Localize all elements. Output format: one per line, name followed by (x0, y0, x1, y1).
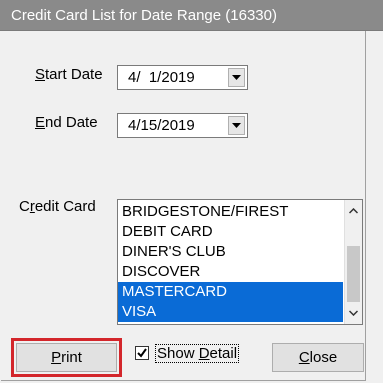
scroll-thumb[interactable] (347, 246, 360, 302)
end-date-label: End Date (35, 114, 98, 131)
list-item[interactable]: BRIDGESTONE/FIREST (118, 202, 343, 222)
listbox-scrollbar[interactable] (344, 200, 362, 324)
credit-card-label: Credit Card (19, 198, 96, 215)
start-date-label: Start Date (35, 66, 103, 83)
scroll-up-icon[interactable] (349, 208, 358, 214)
end-date-value: 4/15/2019 (128, 117, 195, 134)
title-bar[interactable]: Credit Card List for Date Range (16330) (0, 0, 383, 31)
credit-card-listbox[interactable]: BRIDGESTONE/FIREST DEBIT CARD DINER'S CL… (117, 199, 363, 325)
list-item[interactable]: DINER'S CLUB (118, 242, 343, 262)
window-title: Credit Card List for Date Range (16330) (11, 7, 277, 24)
list-item-selected[interactable]: MASTERCARD (118, 282, 343, 302)
dialog-window: Credit Card List for Date Range (16330) … (0, 0, 383, 383)
list-item-selected[interactable]: VISA (118, 302, 343, 322)
chevron-down-icon (232, 75, 241, 80)
start-date-dropdown-button[interactable] (228, 68, 245, 87)
show-detail-label[interactable]: Show Detail (155, 344, 240, 363)
start-date-value: 4/ 1/2019 (128, 69, 195, 86)
chevron-down-icon (232, 123, 241, 128)
checkmark-icon (137, 348, 147, 358)
end-date-combo[interactable]: 4/15/2019 (117, 113, 248, 138)
scroll-down-icon[interactable] (349, 310, 358, 316)
start-date-combo[interactable]: 4/ 1/2019 (117, 65, 248, 90)
close-button[interactable]: Close (272, 343, 364, 372)
list-item[interactable]: DEBIT CARD (118, 222, 343, 242)
list-item[interactable]: DISCOVER (118, 262, 343, 282)
end-date-dropdown-button[interactable] (228, 116, 245, 135)
show-detail-checkbox[interactable] (135, 346, 149, 360)
print-button[interactable]: Print (16, 343, 117, 372)
